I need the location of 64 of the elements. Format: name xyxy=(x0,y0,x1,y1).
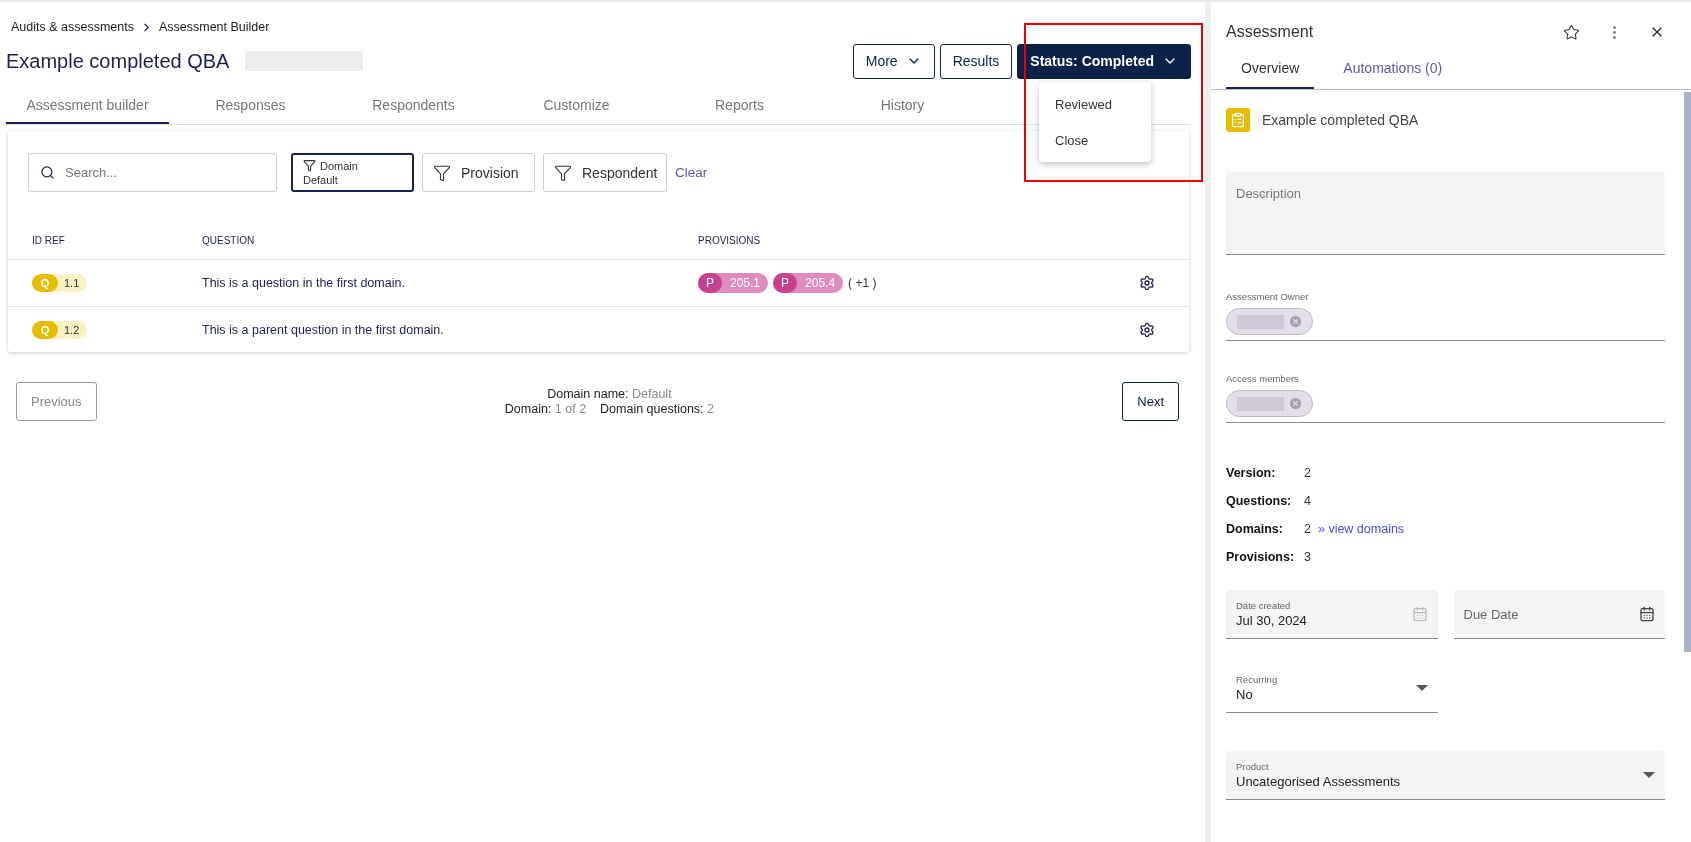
stat-value: 4 xyxy=(1304,493,1311,508)
product-select[interactable]: Product Uncategorised Assessments xyxy=(1226,751,1665,800)
stat-label: Version: xyxy=(1226,465,1277,480)
filter-button[interactable]: Respondent xyxy=(543,153,667,192)
stat-label: Provisions: xyxy=(1226,549,1296,564)
search-field[interactable]: Search... xyxy=(28,153,277,192)
checklist-icon xyxy=(1226,108,1250,132)
domain-name-text: Domain name: Default xyxy=(547,387,672,401)
tab[interactable]: Reports xyxy=(658,88,821,124)
menu-item[interactable]: Reviewed xyxy=(1039,86,1151,122)
filter-icon xyxy=(303,159,316,172)
star-icon[interactable] xyxy=(1563,23,1580,41)
question-text: This is a question in the first domain. xyxy=(202,276,406,290)
dropdown-caret-icon xyxy=(1415,684,1428,691)
column-header: PROVISIONS xyxy=(698,235,762,246)
filter-button[interactable]: Domain Default xyxy=(291,153,414,192)
field-label: Access members xyxy=(1226,373,1300,384)
tab[interactable]: Customize xyxy=(495,88,658,124)
stat-label: Domains: xyxy=(1226,521,1284,536)
scrollbar[interactable] xyxy=(1684,92,1691,652)
clear-link[interactable]: Clear xyxy=(675,165,708,180)
more-button[interactable]: More xyxy=(852,43,935,79)
view-domains-link[interactable]: » view domains xyxy=(1317,521,1405,536)
panel-tab[interactable]: Overview xyxy=(1226,48,1315,89)
next-button[interactable]: Next xyxy=(1122,382,1179,421)
filter-icon xyxy=(554,163,572,182)
search-icon xyxy=(40,165,55,180)
due-date-field[interactable]: Due Date xyxy=(1453,590,1665,639)
tab[interactable]: Responses xyxy=(169,88,332,124)
calendar-icon xyxy=(1639,606,1655,622)
tab[interactable]: History xyxy=(821,88,984,124)
breadcrumb-link[interactable]: Audits & assessments xyxy=(11,20,134,34)
tab[interactable]: Respondents xyxy=(332,88,495,124)
status-button[interactable]: Status: Completed xyxy=(1017,43,1191,79)
stat-value: 2 xyxy=(1304,521,1311,536)
menu-item[interactable]: Close xyxy=(1039,122,1151,158)
domain-count-text: Domain: 1 of 2 Domain questions: 2 xyxy=(504,402,714,416)
panel-title: Assessment xyxy=(1226,23,1315,41)
column-header: ID REF xyxy=(32,235,66,246)
filter-button[interactable]: Provision xyxy=(422,153,535,192)
page-title: Example completed QBA xyxy=(6,49,230,73)
breadcrumb-current: Assessment Builder xyxy=(158,20,270,34)
tab[interactable]: Assessment builder xyxy=(6,88,169,124)
stat-value: 3 xyxy=(1304,549,1311,564)
provision-tag: P 205.4 xyxy=(773,273,844,293)
recurring-select[interactable]: Recurring No xyxy=(1226,663,1438,713)
settings-button[interactable] xyxy=(1139,321,1155,338)
column-header: QUESTION xyxy=(202,235,256,246)
question-text: This is a parent question in the first domain. xyxy=(202,322,445,337)
question-id-badge: Q 1.1 xyxy=(32,274,88,292)
stat-label: Questions: xyxy=(1226,493,1293,508)
filter-icon xyxy=(433,163,451,182)
panel-tab[interactable]: Automations (0) xyxy=(1328,48,1458,89)
assessment-name: Example completed QBA xyxy=(1262,112,1419,128)
field-label: Assessment Owner xyxy=(1226,291,1310,302)
description-field[interactable]: Description xyxy=(1226,172,1665,255)
question-id-badge: Q 1.2 xyxy=(32,320,88,339)
provision-tag: P 205.1 xyxy=(698,273,769,293)
dropdown-caret-icon xyxy=(1643,772,1655,778)
calendar-icon xyxy=(1411,606,1428,622)
more-count: ( +1 ) xyxy=(848,276,877,290)
settings-button[interactable] xyxy=(1139,275,1155,291)
stat-value: 2 xyxy=(1304,465,1311,480)
results-button[interactable]: Results xyxy=(939,43,1013,79)
